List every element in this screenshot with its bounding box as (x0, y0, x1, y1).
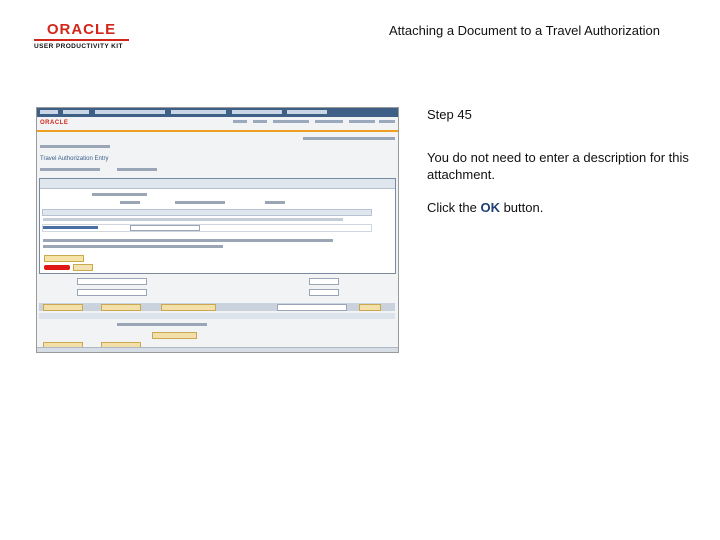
screenshot-page-heading: Travel Authorization Entry (40, 156, 109, 162)
screenshot-breadcrumb (40, 145, 110, 148)
screenshot-employee-name (40, 168, 100, 171)
screenshot-brand: ORACLE (40, 120, 69, 126)
dialog-title-bar (40, 179, 395, 189)
screenshot-nav-link (253, 120, 267, 123)
screenshot-nav-link (315, 120, 343, 123)
attachment-dialog (39, 178, 396, 274)
description-field[interactable] (130, 225, 200, 231)
action-prefix: Click the (427, 200, 481, 215)
application-screenshot: ORACLE Travel Authorization Entry (36, 107, 399, 353)
grid-column-headers (43, 218, 343, 221)
dialog-ta-id (92, 193, 147, 196)
screenshot-nav-link (273, 120, 309, 123)
step-number: Step 45 (427, 107, 472, 122)
attached-file-link[interactable] (43, 226, 98, 229)
logo-subtitle: USER PRODUCTIVITY KIT (34, 43, 123, 50)
screenshot-totals (117, 323, 207, 326)
cancel-button[interactable] (73, 264, 93, 271)
ok-button[interactable] (44, 265, 70, 270)
screenshot-accent-strip (37, 130, 398, 132)
screenshot-totals-band (39, 313, 395, 319)
screenshot-field (309, 278, 339, 285)
attachments-grid-header (42, 209, 372, 216)
screenshot-field (77, 289, 147, 296)
dialog-label (175, 201, 225, 204)
instruction-text: You do not need to enter a description f… (427, 150, 689, 182)
document-title: Attaching a Document to a Travel Authori… (389, 23, 660, 38)
dialog-note-line (43, 245, 223, 248)
screenshot-field (309, 289, 339, 296)
screenshot-button (152, 332, 197, 339)
file-attached-button[interactable] (44, 255, 84, 262)
logo-word: ORACLE (46, 21, 117, 38)
screenshot-scrollbar (37, 347, 398, 352)
screenshot-nav-link (233, 120, 247, 123)
screenshot-nav-bar (37, 108, 398, 117)
screenshot-select (277, 304, 347, 311)
screenshot-button (359, 304, 381, 311)
action-target: OK (480, 200, 500, 215)
screenshot-pagebar (303, 137, 395, 140)
screenshot-nav-link (379, 120, 395, 123)
oracle-upk-logo: ORACLE USER PRODUCTIVITY KIT (34, 22, 129, 50)
logo-rule (34, 39, 129, 41)
screenshot-button (101, 304, 141, 311)
dialog-label (120, 201, 140, 204)
dialog-note-line (43, 239, 333, 242)
action-instruction: Click the OK button. (427, 200, 543, 215)
screenshot-button (161, 304, 216, 311)
action-suffix: button. (499, 200, 544, 215)
dialog-label (265, 201, 285, 204)
screenshot-field (77, 278, 147, 285)
screenshot-button (43, 304, 83, 311)
screenshot-details-link (117, 168, 157, 171)
screenshot-nav-link (349, 120, 375, 123)
